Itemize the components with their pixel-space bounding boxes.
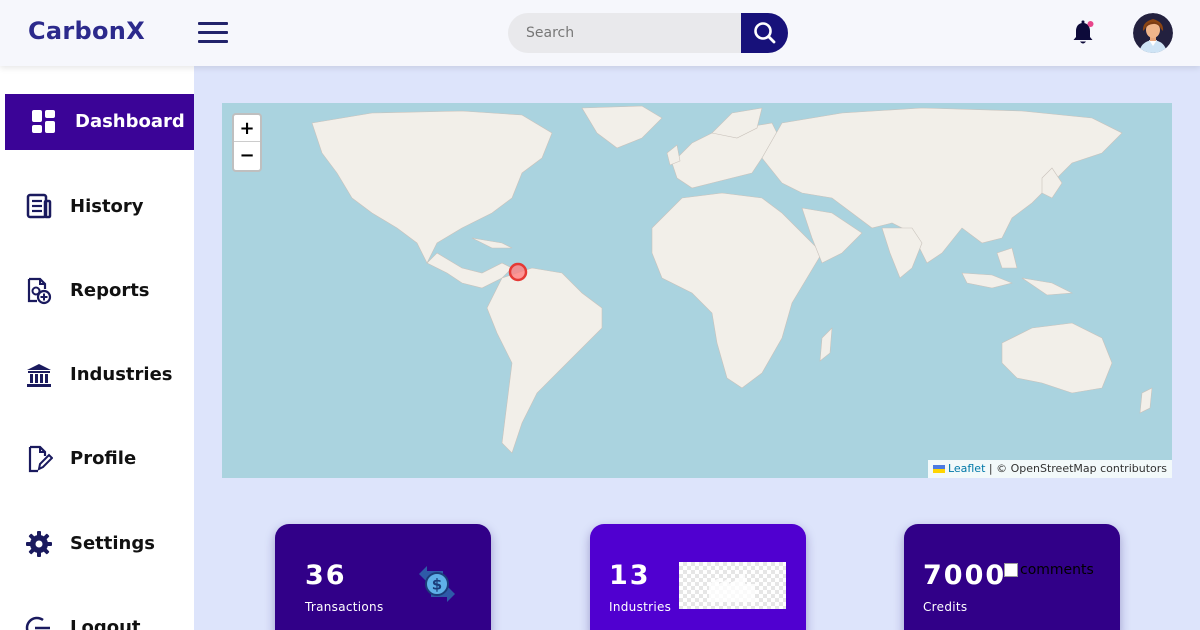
sidebar-item-label: Industries (70, 364, 173, 385)
sidebar-item-label: Logout (70, 617, 141, 630)
user-avatar[interactable] (1133, 13, 1173, 53)
profile-icon (28, 445, 53, 473)
brand-logo[interactable]: CarbonX (28, 17, 145, 45)
industries-icon (27, 364, 51, 387)
sidebar-item-label: History (70, 196, 144, 217)
industries-image (679, 562, 786, 609)
menu-toggle-icon[interactable] (198, 22, 228, 44)
search-button[interactable] (741, 13, 788, 53)
attribution-text: | © OpenStreetMap contributors (988, 462, 1167, 475)
gear-icon (26, 531, 52, 557)
sidebar-item-logout[interactable]: Logout (5, 600, 194, 630)
stat-value: 36 (305, 560, 347, 591)
sidebar-item-industries[interactable]: Industries (5, 347, 194, 403)
exchange-dollar-icon: $ (419, 566, 455, 602)
broken-image-icon (1004, 563, 1018, 577)
sidebar-item-label: Dashboard (75, 111, 185, 132)
sidebar-item-label: Profile (70, 448, 137, 469)
logout-icon (25, 616, 50, 630)
sidebar-item-label: Reports (70, 280, 150, 301)
zoom-control: + − (232, 113, 262, 172)
search-bar (508, 13, 788, 53)
top-header: CarbonX (0, 0, 1200, 66)
stat-label: Credits (923, 600, 968, 614)
history-icon (26, 193, 52, 219)
factory-placeholder-icon (709, 574, 755, 602)
leaflet-link[interactable]: Leaflet (948, 462, 985, 475)
sidebar-item-dashboard[interactable]: Dashboard (5, 94, 194, 150)
stat-card-industries[interactable]: 13 Industries (590, 524, 806, 630)
image-alt-text: comments (1020, 562, 1094, 578)
sidebar: Dashboard History Reports Industries Pro… (0, 66, 194, 630)
search-input[interactable] (508, 13, 756, 53)
search-icon (753, 22, 775, 44)
zoom-out-button[interactable]: − (234, 142, 260, 169)
stat-label: Transactions (305, 600, 384, 614)
ukraine-flag-icon (932, 465, 945, 473)
stat-value: 7000 (923, 560, 1007, 591)
dashboard-icon (32, 110, 55, 133)
map-tiles (311, 105, 1153, 454)
notification-bell-icon[interactable] (1070, 19, 1096, 47)
world-map[interactable]: + − Leaflet | © OpenStreetMap contributo… (222, 103, 1172, 478)
broken-image: comments (1004, 562, 1094, 578)
sidebar-item-reports[interactable]: Reports (5, 263, 194, 319)
map-marker[interactable] (507, 261, 529, 283)
stat-card-credits[interactable]: 7000 Credits comments (904, 524, 1120, 630)
map-attribution: Leaflet | © OpenStreetMap contributors (927, 460, 1172, 478)
sidebar-item-history[interactable]: History (5, 179, 194, 235)
zoom-in-button[interactable]: + (234, 115, 260, 142)
svg-text:$: $ (432, 576, 442, 594)
sidebar-item-settings[interactable]: Settings (5, 516, 194, 572)
stat-label: Industries (609, 600, 672, 614)
stat-card-transactions[interactable]: 36 Transactions $ (275, 524, 491, 630)
reports-icon (27, 277, 52, 305)
stat-value: 13 (609, 560, 651, 591)
sidebar-item-profile[interactable]: Profile (5, 431, 194, 487)
sidebar-item-label: Settings (70, 533, 155, 554)
avatar-icon (1133, 13, 1173, 53)
